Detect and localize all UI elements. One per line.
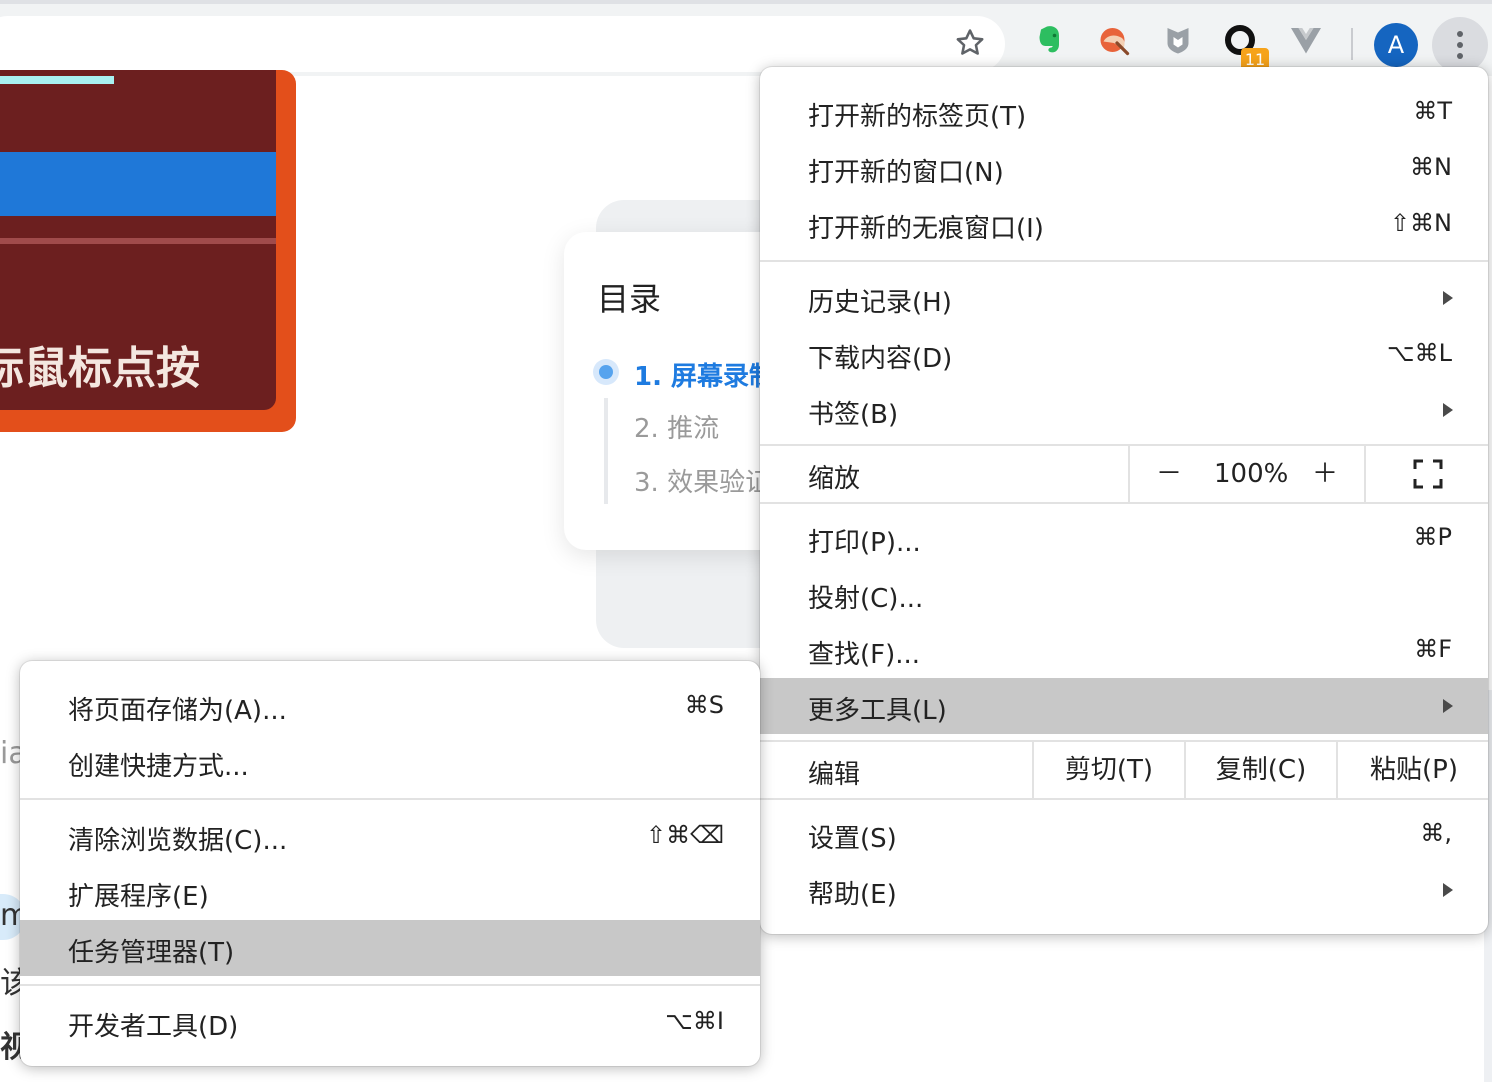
menu-item-history[interactable]: 历史记录(H) <box>760 270 1488 326</box>
menu-item-create-shortcut[interactable]: 创建快捷方式... <box>20 734 760 790</box>
menu-kebab-button[interactable] <box>1432 17 1488 73</box>
submenu-arrow-icon <box>1443 883 1453 897</box>
menu-row-zoom: 缩放 － 100% ＋ <box>760 446 1488 502</box>
banner-divider <box>0 238 276 244</box>
menu-item-find[interactable]: 查找(F)... ⌘F <box>760 622 1488 678</box>
menu-separator <box>760 260 1488 262</box>
menu-item-new-window[interactable]: 打开新的窗口(N) ⌘N <box>760 140 1488 196</box>
browser-toolbar: 11 A <box>0 4 1492 76</box>
menu-item-new-incognito[interactable]: 打开新的无痕窗口(I) ⇧⌘N <box>760 196 1488 252</box>
menu-item-extensions[interactable]: 扩展程序(E) <box>20 864 760 920</box>
fullscreen-button[interactable] <box>1364 446 1490 502</box>
menu-item-new-tab[interactable]: 打开新的标签页(T) ⌘T <box>760 84 1488 140</box>
toc-active-dot-icon <box>593 359 619 385</box>
menu-item-dev-tools[interactable]: 开发者工具(D) ⌥⌘I <box>20 994 760 1050</box>
menu-row-edit: 编辑 剪切(T) 复制(C) 粘贴(P) <box>760 742 1488 798</box>
menu-item-clear-data[interactable]: 清除浏览数据(C)... ⇧⌘⌫ <box>20 808 760 864</box>
toc-item[interactable]: 1. 屏幕录制 <box>634 356 775 393</box>
profile-avatar[interactable]: A <box>1374 23 1418 67</box>
toc-rail <box>604 398 608 504</box>
zoom-out-button[interactable]: － <box>1156 446 1182 502</box>
star-icon[interactable] <box>953 26 987 60</box>
menu-item-settings[interactable]: 设置(S) ⌘, <box>760 806 1488 862</box>
menu-item-help[interactable]: 帮助(E) <box>760 862 1488 918</box>
banner-blue-bar <box>0 152 276 216</box>
toolbar-separator <box>1351 28 1353 60</box>
fullscreen-icon <box>1413 459 1443 489</box>
menu-separator <box>760 798 1488 800</box>
address-bar[interactable] <box>0 16 1005 72</box>
menu-item-print[interactable]: 打印(P)... ⌘P <box>760 510 1488 566</box>
banner-text: 标鼠标点按 <box>0 343 200 394</box>
zoom-controls: － 100% ＋ <box>1128 446 1366 502</box>
vue-icon[interactable] <box>1288 22 1324 58</box>
toc-item[interactable]: 3. 效果验证 <box>634 462 771 499</box>
toc-item[interactable]: 2. 推流 <box>634 408 719 445</box>
menu-separator <box>760 502 1488 504</box>
menu-item-cast[interactable]: 投射(C)... <box>760 566 1488 622</box>
cut-button[interactable]: 剪切(T) <box>1032 742 1184 798</box>
menu-item-more-tools[interactable]: 更多工具(L) <box>760 678 1488 734</box>
menu-separator <box>20 798 760 800</box>
zoom-in-button[interactable]: ＋ <box>1312 446 1338 502</box>
menu-item-task-manager[interactable]: 任务管理器(T) <box>20 920 760 976</box>
menu-item-downloads[interactable]: 下载内容(D) ⌥⌘L <box>760 326 1488 382</box>
video-banner: 标鼠标点按 <box>0 70 296 432</box>
firefox-like-icon[interactable] <box>1096 22 1132 58</box>
page-highlight-bar <box>0 76 114 84</box>
kebab-dot-icon <box>1457 53 1463 59</box>
submenu-arrow-icon <box>1443 699 1453 713</box>
kebab-dot-icon <box>1457 42 1463 48</box>
zoom-level: 100% <box>1214 459 1289 489</box>
submenu-arrow-icon <box>1443 291 1453 305</box>
copy-button[interactable]: 复制(C) <box>1184 742 1336 798</box>
kebab-dot-icon <box>1457 31 1463 37</box>
menu-separator <box>20 984 760 986</box>
shield-icon[interactable] <box>1160 22 1196 58</box>
evernote-icon[interactable] <box>1032 22 1068 58</box>
browser-main-menu: 打开新的标签页(T) ⌘T 打开新的窗口(N) ⌘N 打开新的无痕窗口(I) ⇧… <box>760 67 1488 934</box>
banner-panel: 标鼠标点按 <box>0 70 276 410</box>
menu-item-bookmarks[interactable]: 书签(B) <box>760 382 1488 438</box>
menu-item-save-page[interactable]: 将页面存储为(A)... ⌘S <box>20 678 760 734</box>
more-tools-submenu: 将页面存储为(A)... ⌘S 创建快捷方式... 清除浏览数据(C)... ⇧… <box>20 661 760 1066</box>
toc-title: 目录 <box>597 280 662 318</box>
submenu-arrow-icon <box>1443 403 1453 417</box>
paste-button[interactable]: 粘贴(P) <box>1336 742 1490 798</box>
